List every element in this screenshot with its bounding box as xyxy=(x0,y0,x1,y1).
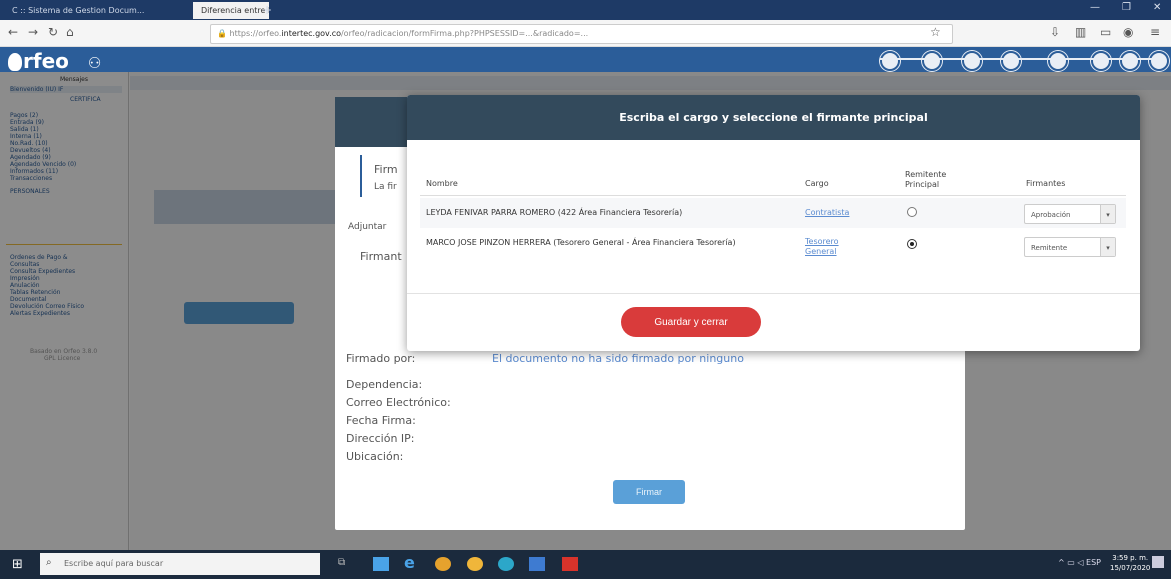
tray-icons: ^ ▭ ◁ xyxy=(1058,558,1087,567)
firma-left-text-2: La fir xyxy=(374,182,397,192)
row-2-remitente-radio[interactable] xyxy=(907,239,917,249)
row-1-firmante-select[interactable]: Aprobación ▾ xyxy=(1024,204,1116,224)
maximize-icon[interactable]: ❐ xyxy=(1122,2,1131,13)
lock-icon: 🔒 xyxy=(217,29,230,38)
col-header-nombre: Nombre xyxy=(426,179,458,188)
header-icon-7[interactable] xyxy=(1120,51,1140,71)
extension-icon[interactable]: ◉ xyxy=(1123,25,1133,39)
url-prefix: https://orfeo. xyxy=(229,29,282,38)
forward-icon[interactable]: → xyxy=(28,25,38,39)
row-1-cargo[interactable]: Contratista xyxy=(805,208,849,217)
minimize-icon[interactable]: — xyxy=(1090,2,1100,13)
browser-tab-diferencia[interactable]: Diferencia entre Manual e Inst... xyxy=(193,2,269,19)
modal-footer-divider xyxy=(407,293,1140,294)
ubicacion-label: Ubicación: xyxy=(346,450,404,463)
logo-mark-icon xyxy=(8,53,22,71)
tab-label: Diferencia entre Manual e Inst... xyxy=(201,6,269,15)
star-icon[interactable]: ☆ xyxy=(930,25,941,39)
app-icon[interactable] xyxy=(498,557,514,571)
settings-icon[interactable] xyxy=(1091,51,1111,71)
firmar-button[interactable]: Firmar xyxy=(613,480,685,504)
tab-label: C :: Sistema de Gestion Docum... xyxy=(12,6,145,15)
row-2-firmante-value: Remitente xyxy=(1031,244,1068,252)
taskbar-clock[interactable]: 3:59 p. m. 15/07/2020 xyxy=(1110,553,1150,573)
sidebar-toggle-icon[interactable]: ▭ xyxy=(1100,25,1111,39)
header-icon-5[interactable] xyxy=(1048,51,1068,71)
taskbar-search[interactable]: Escribe aquí para buscar xyxy=(40,553,320,575)
back-icon[interactable]: ← xyxy=(8,25,18,39)
url-rest: /orfeo/radicacion/formFirma.php?PHPSESSI… xyxy=(340,29,589,38)
users-icon: ⚇ xyxy=(87,54,102,72)
task-view-icon[interactable]: ⧉ xyxy=(338,557,354,571)
firmado-label: Firmado por: xyxy=(346,352,416,365)
row-2-firmante-select[interactable]: Remitente ▾ xyxy=(1024,237,1116,257)
table-header-divider xyxy=(420,195,1126,196)
chrome-icon[interactable] xyxy=(467,557,483,571)
firma-left-text-4: Adjuntar xyxy=(348,222,387,232)
dependencia-label: Dependencia: xyxy=(346,378,423,391)
header-icon-rail xyxy=(880,58,1165,60)
firma-left-text-3: Firmant xyxy=(360,250,402,263)
radio-dot-icon xyxy=(910,242,914,246)
url-bar[interactable]: 🔒 https://orfeo.intertec.gov.co/orfeo/ra… xyxy=(210,24,953,44)
orfeo-logo: rfeo ⚇ xyxy=(8,49,101,73)
fecha-label: Fecha Firma: xyxy=(346,414,416,427)
clock-time: 3:59 p. m. xyxy=(1112,554,1149,562)
notifications-icon[interactable] xyxy=(1152,556,1164,568)
logout-icon[interactable] xyxy=(1149,51,1169,71)
new-tab-button[interactable]: + xyxy=(262,2,272,18)
header-icon-1[interactable] xyxy=(880,51,900,71)
col-header-firmantes: Firmantes xyxy=(1026,179,1066,188)
close-icon[interactable]: ✕ xyxy=(1153,2,1161,13)
home-icon[interactable]: ⌂ xyxy=(66,25,74,39)
firmado-value: El documento no ha sido firmado por ning… xyxy=(492,352,744,365)
menu-icon[interactable]: ≡ xyxy=(1150,25,1160,39)
row-1-firmante-value: Aprobación xyxy=(1031,211,1071,219)
header-icon-2[interactable] xyxy=(922,51,942,71)
reload-icon[interactable]: ↻ xyxy=(48,25,58,39)
save-and-close-button[interactable]: Guardar y cerrar xyxy=(621,307,761,337)
files-icon[interactable] xyxy=(529,557,545,571)
row-2-nombre: MARCO JOSE PINZON HERRERA (Tesorero Gene… xyxy=(426,238,736,247)
system-tray[interactable]: ^ ▭ ◁ ESP xyxy=(1058,558,1101,567)
language-indicator: ESP xyxy=(1086,558,1102,567)
windows-start-icon[interactable]: ⊞ xyxy=(12,557,23,572)
browser-tab-bar: C :: Sistema de Gestion Docum... Diferen… xyxy=(0,0,1171,20)
ip-label: Dirección IP: xyxy=(346,432,415,445)
library-icon[interactable]: ▥ xyxy=(1075,25,1086,39)
col-header-remitente: Remitente Principal xyxy=(905,170,947,189)
info-icon[interactable] xyxy=(1001,51,1021,71)
chevron-down-icon: ▾ xyxy=(1100,238,1115,256)
pdf-icon[interactable] xyxy=(562,557,578,571)
taskbar-search-text: Escribe aquí para buscar xyxy=(64,559,164,568)
help-icon[interactable] xyxy=(962,51,982,71)
col-header-cargo: Cargo xyxy=(805,179,829,188)
row-1-remitente-radio[interactable] xyxy=(907,207,917,217)
search-icon: ⌕ xyxy=(46,557,52,568)
firmante-modal-title: Escriba el cargo y seleccione el firmant… xyxy=(407,95,1140,140)
chevron-down-icon: ▾ xyxy=(1100,205,1115,223)
row-1-nombre: LEYDA FENIVAR PARRA ROMERO (422 Área Fin… xyxy=(426,208,683,217)
url-domain: intertec.gov.co xyxy=(281,29,341,38)
clock-date: 15/07/2020 xyxy=(1110,564,1151,572)
row-2-cargo[interactable]: Tesorero General xyxy=(805,237,855,257)
firefox-icon[interactable] xyxy=(435,557,451,571)
edge-icon[interactable]: e xyxy=(404,553,420,572)
browser-tab-orfeo[interactable]: C :: Sistema de Gestion Docum... xyxy=(4,2,170,19)
correo-label: Correo Electrónico: xyxy=(346,396,451,409)
firma-left-text-1: Firm xyxy=(374,163,398,176)
downloads-icon[interactable]: ⇩ xyxy=(1050,25,1060,39)
firma-accent-bar xyxy=(360,155,362,197)
mail-icon[interactable] xyxy=(373,557,389,571)
